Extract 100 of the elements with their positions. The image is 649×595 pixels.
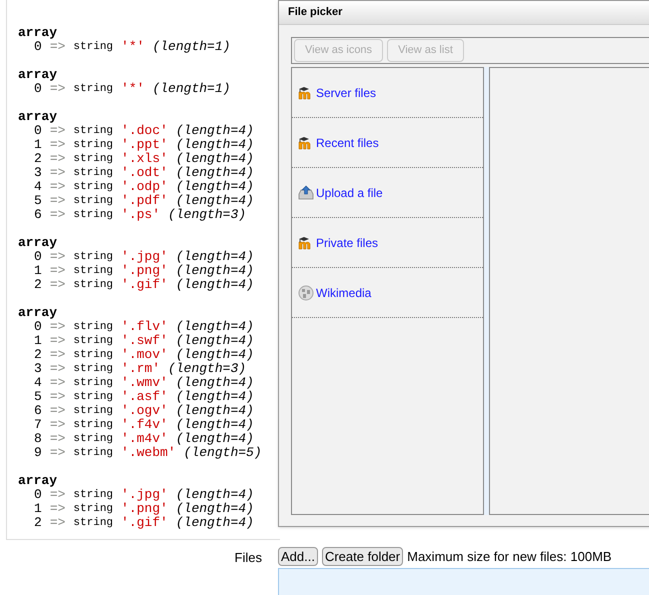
type-label: string <box>73 502 114 516</box>
arrow-symbol: => <box>50 418 66 432</box>
string-value: '.gif' <box>121 278 168 292</box>
arrow-symbol: => <box>50 390 66 404</box>
type-label: string <box>73 390 114 404</box>
type-label: string <box>73 194 114 208</box>
type-label: string <box>73 124 114 138</box>
arrow-symbol: => <box>50 348 66 362</box>
type-label: string <box>73 348 114 362</box>
array-index: 1 <box>34 264 42 278</box>
files-button[interactable]: Add... <box>278 547 318 566</box>
string-value: '.ogv' <box>121 404 168 418</box>
arrow-symbol: => <box>50 488 66 502</box>
type-label: string <box>73 208 114 222</box>
string-value: '*' <box>121 40 144 54</box>
type-label: string <box>73 180 114 194</box>
array-index: 5 <box>34 194 42 208</box>
string-value: '.rm' <box>121 362 160 376</box>
files-button[interactable]: Create folder <box>322 547 404 566</box>
type-label: string <box>73 40 114 54</box>
type-label: string <box>73 376 114 390</box>
repository-link[interactable]: Recent files <box>292 118 483 168</box>
array-label: array <box>18 26 58 40</box>
array-index: 3 <box>34 362 42 376</box>
type-label: string <box>73 152 114 166</box>
length-label: (length=4) <box>176 502 254 516</box>
array-index: 6 <box>34 208 42 222</box>
length-label: (length=4) <box>176 124 254 138</box>
array-index: 2 <box>34 516 42 530</box>
arrow-symbol: => <box>50 264 66 278</box>
arrow-symbol: => <box>50 40 66 54</box>
string-value: '.jpg' <box>121 250 168 264</box>
dialog-title: File picker <box>288 5 342 20</box>
array-label: array <box>18 474 58 488</box>
arrow-symbol: => <box>50 82 66 96</box>
type-label: string <box>73 250 114 264</box>
string-value: '.png' <box>121 264 168 278</box>
string-value: '.pdf' <box>121 194 168 208</box>
array-index: 2 <box>34 348 42 362</box>
string-value: '.wmv' <box>121 376 168 390</box>
string-value: '.ps' <box>121 208 160 222</box>
arrow-symbol: => <box>50 180 66 194</box>
type-label: string <box>73 320 114 334</box>
globe-icon <box>298 284 314 300</box>
string-value: '.mov' <box>121 348 168 362</box>
arrow-symbol: => <box>50 446 66 460</box>
array-index: 0 <box>34 250 42 264</box>
length-label: (length=4) <box>176 432 254 446</box>
string-value: '.doc' <box>121 124 168 138</box>
files-label: Files <box>234 549 262 567</box>
repository-link[interactable]: Server files <box>292 68 483 118</box>
length-label: (length=1) <box>152 40 230 54</box>
arrow-symbol: => <box>50 208 66 222</box>
array-index: 0 <box>34 488 42 502</box>
type-label: string <box>73 362 114 376</box>
arrow-symbol: => <box>50 124 66 138</box>
type-label: string <box>73 446 114 460</box>
arrow-symbol: => <box>50 362 66 376</box>
length-label: (length=3) <box>168 208 246 222</box>
length-label: (length=5) <box>184 446 262 460</box>
array-index: 9 <box>34 446 42 460</box>
length-label: (length=4) <box>176 348 254 362</box>
array-index: 3 <box>34 166 42 180</box>
length-label: (length=4) <box>176 250 254 264</box>
repository-link[interactable]: Upload a file <box>292 168 483 218</box>
array-index: 0 <box>34 320 42 334</box>
array-label: array <box>18 306 58 320</box>
string-value: '.xls' <box>121 152 168 166</box>
type-label: string <box>73 138 114 152</box>
type-label: string <box>73 404 114 418</box>
array-index: 4 <box>34 376 42 390</box>
type-label: string <box>73 516 114 530</box>
string-value: '.f4v' <box>121 418 168 432</box>
arrow-symbol: => <box>50 376 66 390</box>
repository-link[interactable]: Wikimedia <box>292 268 483 318</box>
arrow-symbol: => <box>50 502 66 516</box>
string-value: '.odt' <box>121 166 168 180</box>
length-label: (length=4) <box>176 334 254 348</box>
length-label: (length=4) <box>176 488 254 502</box>
length-label: (length=4) <box>176 264 254 278</box>
length-label: (length=4) <box>176 152 254 166</box>
string-value: '.odp' <box>121 180 168 194</box>
string-value: '*' <box>121 82 144 96</box>
length-label: (length=4) <box>176 180 254 194</box>
length-label: (length=4) <box>176 390 254 404</box>
max-size-note: Maximum size for new files: 100MB <box>407 548 612 566</box>
length-label: (length=4) <box>176 194 254 208</box>
array-label: array <box>18 110 58 124</box>
string-value: '.swf' <box>121 334 168 348</box>
arrow-symbol: => <box>50 278 66 292</box>
repository-link[interactable]: Private files <box>292 218 483 268</box>
length-label: (length=4) <box>176 516 254 530</box>
arrow-symbol: => <box>50 166 66 180</box>
string-value: '.flv' <box>121 320 168 334</box>
type-label: string <box>73 334 114 348</box>
length-label: (length=1) <box>152 82 230 96</box>
arrow-symbol: => <box>50 138 66 152</box>
length-label: (length=4) <box>176 138 254 152</box>
array-index: 4 <box>34 180 42 194</box>
arrow-symbol: => <box>50 194 66 208</box>
